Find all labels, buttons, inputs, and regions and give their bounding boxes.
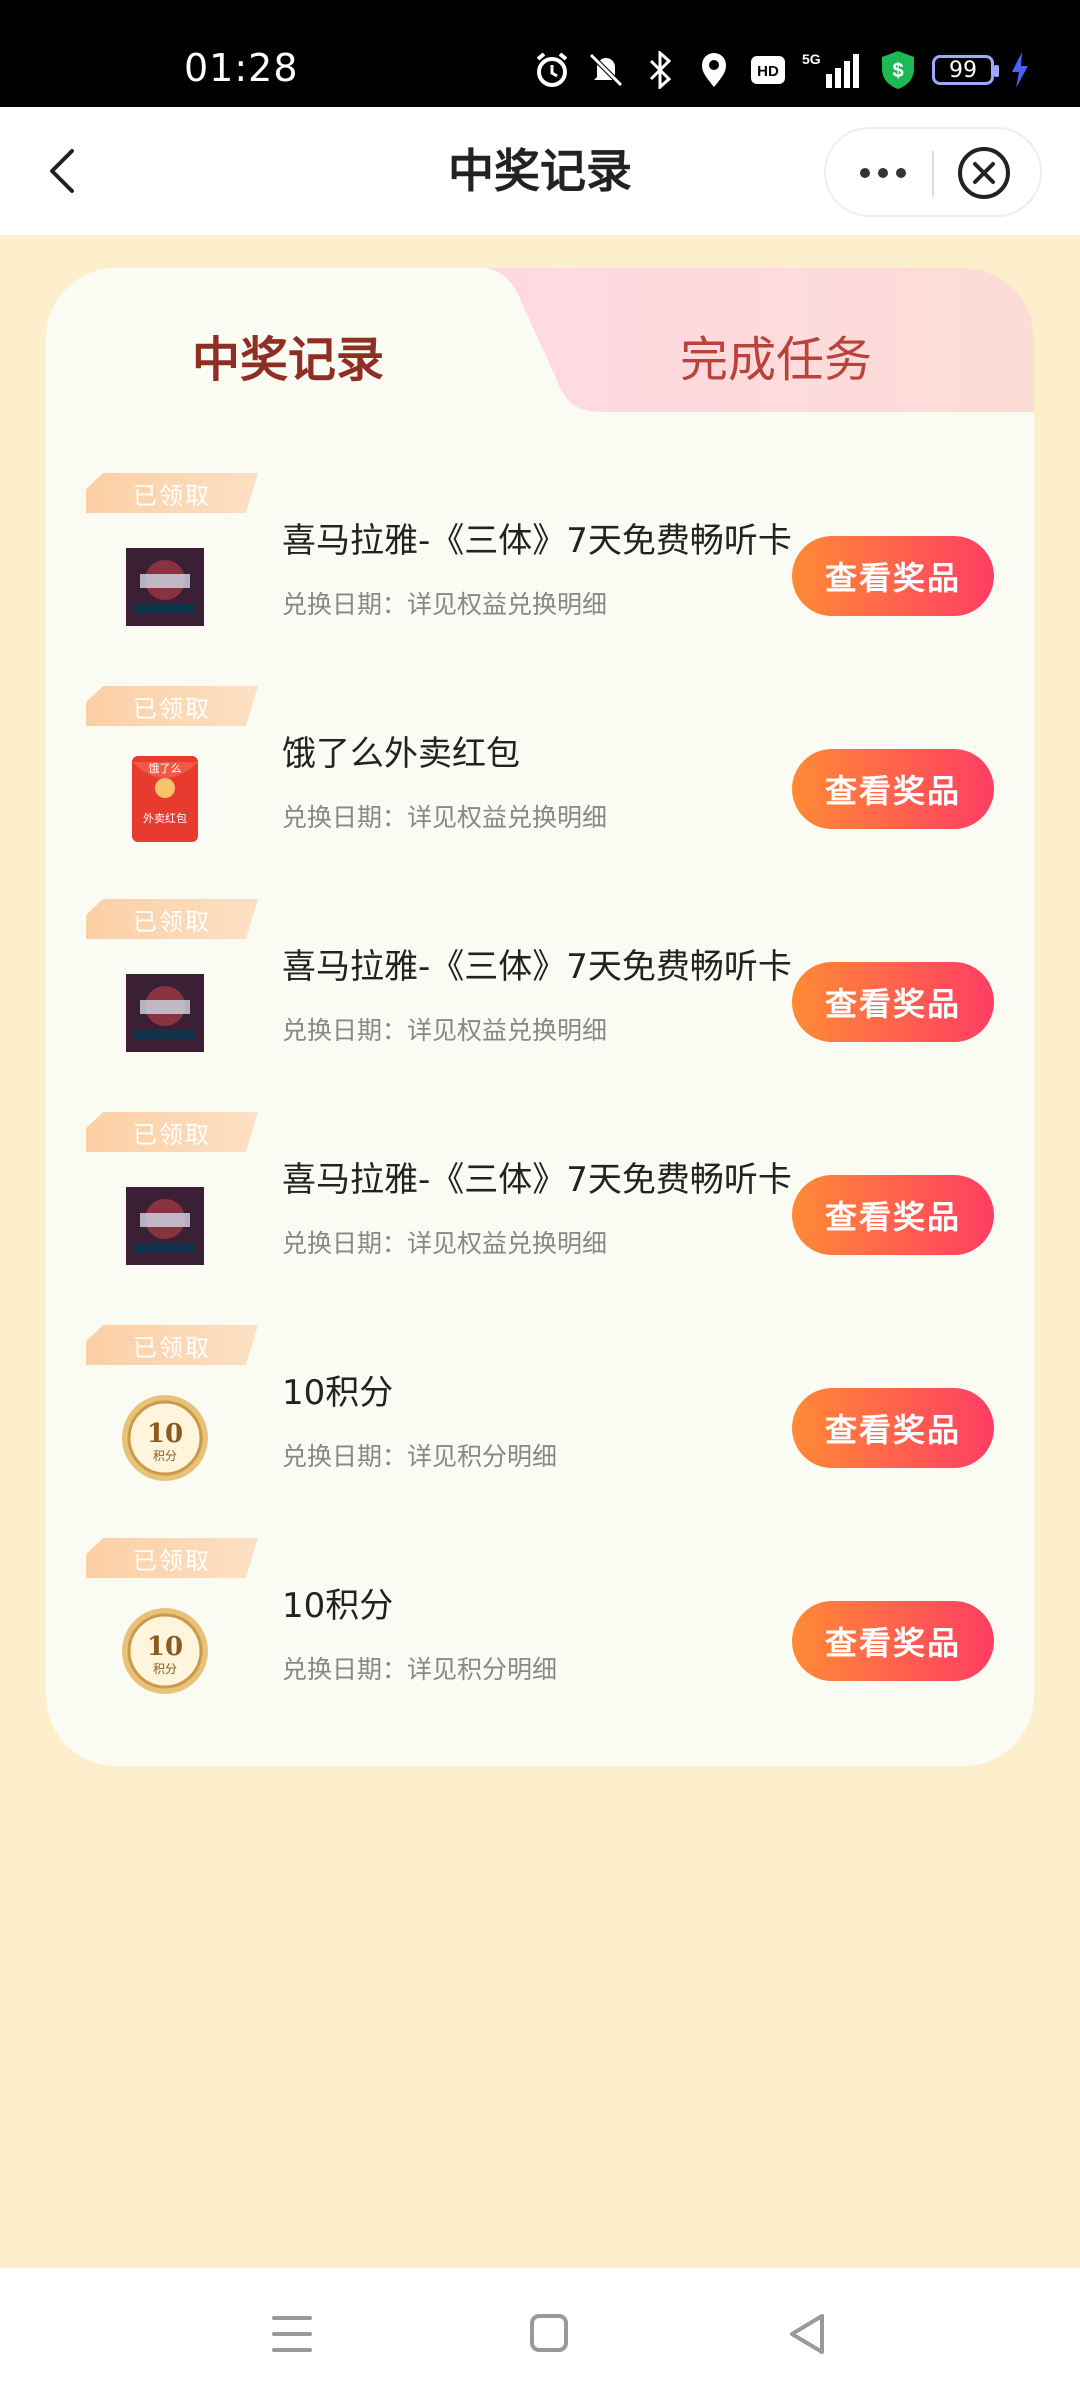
list-item: 已领取 饿了么 外卖红包 饿了么外卖红包 兑换日期：详见权益兑换明细 查看奖品 [46, 686, 1034, 899]
coin-value: 10 [147, 1632, 183, 1662]
signal-icon: 5G [802, 50, 864, 90]
record-subtitle: 兑换日期：详见权益兑换明细 [282, 590, 608, 619]
close-button[interactable] [954, 143, 1014, 203]
status-badge: 已领取 [86, 686, 258, 726]
system-nav-bar [0, 2268, 1080, 2400]
envelope-brand: 饿了么 [149, 761, 182, 775]
status-badge: 已领取 [86, 1538, 258, 1578]
record-subtitle: 兑换日期：详见权益兑换明细 [282, 1229, 608, 1258]
battery-icon: 99 [932, 55, 999, 85]
list-item: 已领取 10 积分 10积分 兑换日期：详见积分明细 查看奖品 [46, 1538, 1034, 1751]
coin-value: 10 [147, 1419, 183, 1449]
list-item: 已领取 喜马拉雅-《三体》7天免费畅听卡 兑换日期：详见权益兑换明细 查看奖品 [46, 473, 1034, 686]
record-title: 喜马拉雅-《三体》7天免费畅听卡 [282, 521, 792, 561]
view-prize-button[interactable]: 查看奖品 [792, 1388, 994, 1468]
charging-icon [1008, 50, 1032, 90]
list-item: 已领取 喜马拉雅-《三体》7天免费畅听卡 兑换日期：详见权益兑换明细 查看奖品 [46, 899, 1034, 1112]
back-nav-button[interactable] [778, 2306, 838, 2362]
record-subtitle: 兑换日期：详见权益兑换明细 [282, 1016, 608, 1045]
menu-button[interactable] [262, 2306, 322, 2362]
list-item: 已领取 10 积分 10积分 兑换日期：详见积分明细 查看奖品 [46, 1325, 1034, 1538]
view-prize-button[interactable]: 查看奖品 [792, 1175, 994, 1255]
coin-label: 积分 [153, 1662, 177, 1676]
record-subtitle: 兑换日期：详见积分明细 [282, 1442, 558, 1471]
points-coin-thumbnail: 10 积分 [122, 1608, 208, 1694]
nav-header: 中奖记录 [0, 107, 1080, 235]
record-subtitle: 兑换日期：详见权益兑换明细 [282, 803, 608, 832]
battery-level: 99 [949, 57, 977, 83]
hd-icon: HD [748, 50, 788, 90]
envelope-label: 外卖红包 [143, 812, 187, 825]
record-title: 喜马拉雅-《三体》7天免费畅听卡 [282, 947, 792, 987]
shield-dollar-icon: $ [878, 50, 918, 90]
tab-bar: 中奖记录 完成任务 [46, 268, 1034, 412]
network-label: 5G [802, 51, 821, 67]
coin-label: 积分 [153, 1449, 177, 1463]
record-title: 10积分 [282, 1373, 394, 1413]
record-title: 10积分 [282, 1586, 394, 1626]
more-button[interactable] [848, 149, 918, 197]
home-button[interactable] [520, 2306, 580, 2362]
svg-text:$: $ [892, 60, 903, 82]
view-prize-button[interactable]: 查看奖品 [792, 536, 994, 616]
record-title: 饿了么外卖红包 [282, 734, 520, 774]
list-item: 已领取 喜马拉雅-《三体》7天免费畅听卡 兑换日期：详见权益兑换明细 查看奖品 [46, 1112, 1034, 1325]
location-icon [694, 50, 734, 90]
status-badge: 已领取 [86, 899, 258, 939]
tab-winning-records[interactable]: 中奖记录 [192, 320, 384, 390]
red-envelope-thumbnail: 饿了么 外卖红包 [132, 756, 198, 842]
close-circle-icon [958, 147, 1010, 199]
view-prize-button[interactable]: 查看奖品 [792, 962, 994, 1042]
view-prize-button[interactable]: 查看奖品 [792, 749, 994, 829]
record-list: 已领取 喜马拉雅-《三体》7天免费畅听卡 兑换日期：详见权益兑换明细 查看奖品 … [46, 473, 1034, 1751]
record-subtitle: 兑换日期：详见积分明细 [282, 1655, 558, 1684]
mute-icon [586, 50, 626, 90]
points-coin-thumbnail: 10 积分 [122, 1395, 208, 1481]
status-icons: HD 5G $ 99 [532, 40, 1032, 100]
alarm-icon [532, 50, 572, 90]
status-bar: 01:28 HD 5G $ 99 [0, 0, 1080, 107]
tab-completed-tasks[interactable]: 完成任务 [680, 320, 872, 390]
mini-program-capsule [824, 127, 1042, 217]
more-icon [860, 168, 870, 178]
home-square-icon [530, 2314, 568, 2352]
book-cover-thumbnail [126, 1187, 204, 1265]
status-time: 01:28 [184, 46, 299, 90]
bluetooth-icon [640, 50, 680, 90]
status-badge: 已领取 [86, 473, 258, 513]
status-badge: 已领取 [86, 1325, 258, 1365]
back-triangle-icon [790, 2314, 824, 2354]
view-prize-button[interactable]: 查看奖品 [792, 1601, 994, 1681]
book-cover-thumbnail [126, 974, 204, 1052]
record-title: 喜马拉雅-《三体》7天免费畅听卡 [282, 1160, 792, 1200]
capsule-divider [932, 151, 934, 197]
book-cover-thumbnail [126, 548, 204, 626]
status-badge: 已领取 [86, 1112, 258, 1152]
menu-icon [272, 2316, 312, 2352]
svg-text:HD: HD [757, 63, 779, 80]
records-card: 中奖记录 完成任务 已领取 喜马拉雅-《三体》7天免费畅听卡 兑换日期：详见权益… [46, 268, 1034, 1766]
